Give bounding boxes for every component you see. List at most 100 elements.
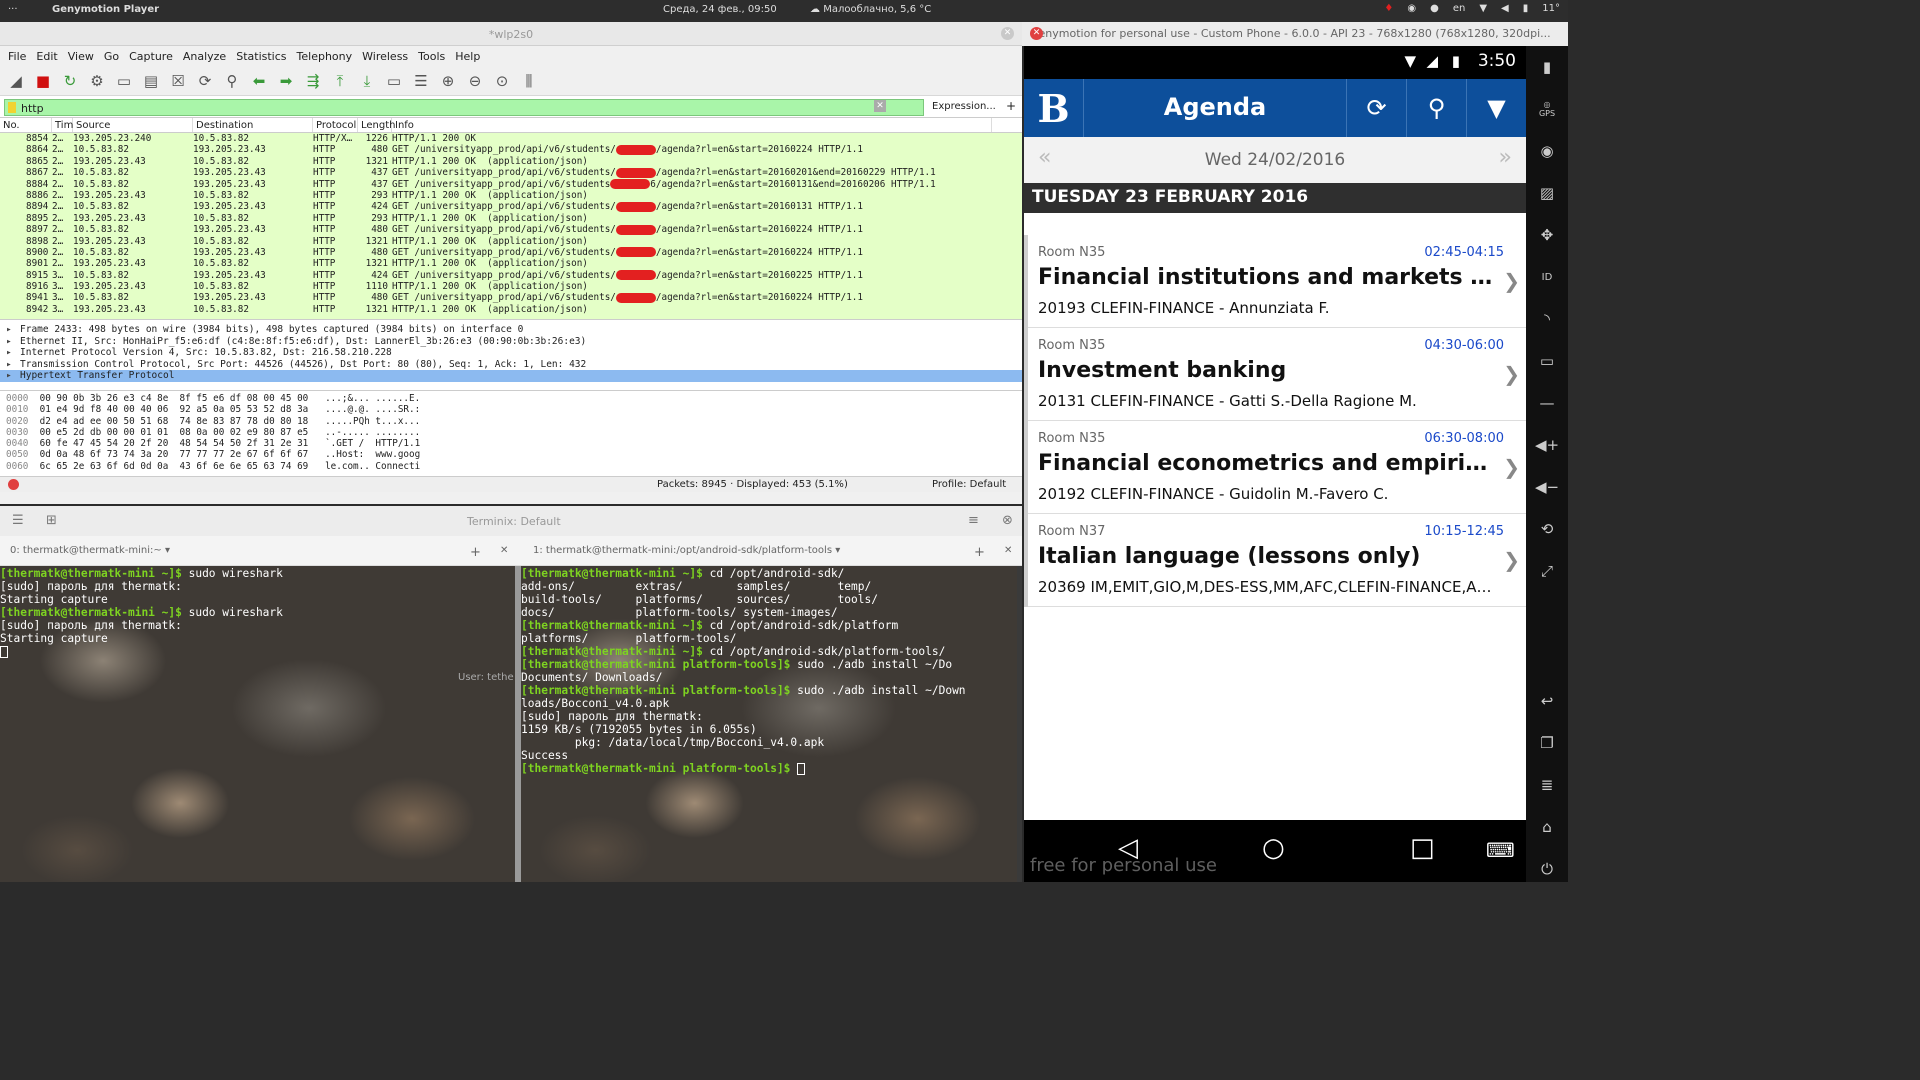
open-folder-icon[interactable]: ▭ xyxy=(112,69,136,93)
network-icon[interactable]: ◝ xyxy=(1526,298,1568,340)
menu-help[interactable]: Help xyxy=(451,50,484,63)
stop-icon[interactable]: ■ xyxy=(31,69,55,93)
agenda-event[interactable]: Room N35 04:30-06:00 Investment banking 201… xyxy=(1028,328,1526,421)
genymotion-titlebar[interactable]: Genymotion for personal use - Custom Pho… xyxy=(1022,22,1568,46)
back-arrow-icon[interactable]: ⬅ xyxy=(247,69,271,93)
menu-telephony[interactable]: Telephony xyxy=(293,50,357,63)
zoom-reset-icon[interactable]: ⊙ xyxy=(490,69,514,93)
activities-menu[interactable]: ··· xyxy=(8,4,18,15)
hex-row[interactable]: 0000 00 90 0b 3b 26 e3 c4 8e 8f f5 e6 df… xyxy=(0,393,1022,404)
autoscroll-icon[interactable]: ▭ xyxy=(382,69,406,93)
goto-packet-icon[interactable]: ⇶ xyxy=(301,69,325,93)
col-time[interactable]: Tim xyxy=(52,118,73,132)
agenda-event[interactable]: Room N35 02:45-04:15 Financial institution… xyxy=(1028,235,1526,328)
zoom-out-icon[interactable]: ⊖ xyxy=(463,69,487,93)
close-icon[interactable]: ✕ xyxy=(1030,27,1043,40)
recent-apps-icon[interactable]: ❐ xyxy=(1526,722,1568,764)
detail-ethernet[interactable]: Ethernet II, Src: HonHaiPr_f5:e6:df (c4:… xyxy=(0,336,1022,348)
packet-row[interactable]: 8901 2… 193.205.23.43 10.5.83.82 HTTP 1321 HTT… xyxy=(0,258,1022,269)
packet-row[interactable]: 8854 2… 193.205.23.240 10.5.83.82 HTTP/X… 122… xyxy=(0,133,1022,144)
close-file-icon[interactable]: ☒ xyxy=(166,69,190,93)
options-gear-icon[interactable]: ⚙ xyxy=(85,69,109,93)
refresh-icon[interactable]: ⟳ xyxy=(1346,79,1406,137)
terminix-titlebar[interactable]: ☰ ⊞ Terminix: Default ≡ ⊗ xyxy=(0,506,1022,536)
packet-row[interactable]: 8915 3… 10.5.83.82 193.205.23.43 HTTP 424 GET … xyxy=(0,270,1022,281)
close-icon[interactable]: ⊗ xyxy=(1002,513,1013,528)
volume-icon[interactable]: ◀ xyxy=(1501,3,1509,14)
bookmark-icon[interactable] xyxy=(8,102,16,113)
close-icon[interactable]: ✕ xyxy=(1001,27,1014,40)
add-terminal-icon[interactable]: + xyxy=(974,545,985,560)
menu-icon[interactable]: ≡ xyxy=(968,513,979,528)
gps-icon[interactable]: ◎ GPS xyxy=(1526,88,1568,130)
shark-fin-icon[interactable]: ◢ xyxy=(4,69,28,93)
hex-row[interactable]: 0010 01 e4 9d f8 40 00 40 06 92 a5 0a 05… xyxy=(0,404,1022,415)
dpad-icon[interactable]: ✥ xyxy=(1526,214,1568,256)
menu-file[interactable]: File xyxy=(4,50,30,63)
packet-row[interactable]: 8916 3… 193.205.23.43 10.5.83.82 HTTP 1110 HTT… xyxy=(0,281,1022,292)
packet-row[interactable]: 8884 2… 10.5.83.82 193.205.23.43 HTTP 437 GET … xyxy=(0,179,1022,190)
menu-icon[interactable]: ≣ xyxy=(1526,764,1568,806)
resize-columns-icon[interactable]: ⫼ xyxy=(517,69,541,93)
menu-view[interactable]: View xyxy=(64,50,98,63)
menu-analyze[interactable]: Analyze xyxy=(179,50,230,63)
close-icon[interactable]: ✕ xyxy=(500,545,508,556)
col-no[interactable]: No. xyxy=(0,118,52,132)
keyboard-layout[interactable]: en xyxy=(1453,3,1466,14)
reload-icon[interactable]: ⟳ xyxy=(193,69,217,93)
hex-row[interactable]: 0050 0d 0a 48 6f 73 74 3a 20 77 77 77 2e… xyxy=(0,449,1022,460)
display-filter-input[interactable]: http xyxy=(4,99,924,116)
menu-edit[interactable]: Edit xyxy=(32,50,61,63)
clear-filter-icon[interactable]: ✕ xyxy=(874,100,886,112)
packet-row[interactable]: 8886 2… 193.205.23.43 10.5.83.82 HTTP 293 HTTP… xyxy=(0,190,1022,201)
tray-app-icon[interactable]: ◉ xyxy=(1407,3,1416,14)
capture-status-icon[interactable] xyxy=(8,479,19,490)
col-destination[interactable]: Destination xyxy=(193,118,313,132)
wifi-icon[interactable]: ▼ xyxy=(1479,3,1487,14)
restart-icon[interactable]: ↻ xyxy=(58,69,82,93)
last-packet-icon[interactable]: ⤓ xyxy=(355,69,379,93)
menu-capture[interactable]: Capture xyxy=(125,50,177,63)
add-session-icon[interactable]: ⊞ xyxy=(46,513,57,528)
capture-icon[interactable]: ▨ xyxy=(1526,172,1568,214)
zoom-in-icon[interactable]: ⊕ xyxy=(436,69,460,93)
sms-icon[interactable]: ▭ xyxy=(1526,340,1568,382)
home-icon[interactable]: ⌂ xyxy=(1526,806,1568,848)
terminal-pane-left[interactable]: [thermatk@thermatk-mini ~]$ sudo wiresha… xyxy=(0,566,515,882)
packet-row[interactable]: 8865 2… 193.205.23.43 10.5.83.82 HTTP 1321 HTT… xyxy=(0,156,1022,167)
power-icon[interactable]: ⏻ xyxy=(1526,848,1568,890)
chevron-right-icon[interactable]: ❯ xyxy=(1503,548,1520,572)
sidebar-toggle-icon[interactable]: ☰ xyxy=(12,513,24,528)
battery-icon[interactable]: ▮ xyxy=(1523,3,1529,14)
agenda-event[interactable]: Room N35 06:30-08:00 Financial econometric… xyxy=(1028,421,1526,514)
packet-row[interactable]: 8897 2… 10.5.83.82 193.205.23.43 HTTP 480 GET … xyxy=(0,224,1022,235)
save-icon[interactable]: ▤ xyxy=(139,69,163,93)
menu-wireless[interactable]: Wireless xyxy=(358,50,412,63)
dropdown-icon[interactable]: ▼ xyxy=(1466,79,1526,137)
chevron-right-icon[interactable]: ❯ xyxy=(1503,455,1520,479)
search-icon[interactable]: ⚲ xyxy=(1406,79,1466,137)
packet-list[interactable]: 8854 2… 193.205.23.240 10.5.83.82 HTTP/X… 122… xyxy=(0,133,1022,319)
chevron-right-icon[interactable]: ❯ xyxy=(1503,362,1520,386)
bocconi-logo[interactable]: B xyxy=(1024,79,1084,137)
close-icon[interactable]: ✕ xyxy=(1004,545,1012,556)
col-protocol[interactable]: Protocol xyxy=(313,118,358,132)
terminal-pane-right[interactable]: [thermatk@thermatk-mini ~]$ cd /opt/andr… xyxy=(521,566,1017,882)
packet-bytes-pane[interactable]: 0000 00 90 0b 3b 26 e3 c4 8e 8f f5 e6 df… xyxy=(0,390,1022,476)
menu-tools[interactable]: Tools xyxy=(414,50,449,63)
chat-icon[interactable]: ● xyxy=(1430,3,1439,14)
packet-row[interactable]: 8864 2… 10.5.83.82 193.205.23.43 HTTP 480 GET … xyxy=(0,144,1022,155)
android-screen[interactable]: ▼ ◢ ▮ 3:50 B Agenda ⟳ ⚲ ▼ « Wed 24/02/20… xyxy=(1024,46,1526,882)
tab-terminal-1[interactable]: 1: thermatk@thermatk-mini:/opt/android-s… xyxy=(533,545,840,556)
packet-row[interactable]: 8900 2… 10.5.83.82 193.205.23.43 HTTP 480 GET … xyxy=(0,247,1022,258)
packet-row[interactable]: 8894 2… 10.5.83.82 193.205.23.43 HTTP 424 GET … xyxy=(0,201,1022,212)
col-length[interactable]: Length xyxy=(358,118,396,132)
detail-tcp[interactable]: Transmission Control Protocol, Src Port:… xyxy=(0,359,1022,371)
profile-label[interactable]: Profile: Default xyxy=(932,479,1006,490)
keyboard-icon[interactable]: ⌨ xyxy=(1486,838,1515,862)
first-packet-icon[interactable]: ⤒ xyxy=(328,69,352,93)
id-icon[interactable]: ID xyxy=(1526,256,1568,298)
back-icon[interactable]: ◁ xyxy=(1118,833,1138,863)
volume-down-icon[interactable]: ◀− xyxy=(1526,466,1568,508)
packet-row[interactable]: 8941 3… 10.5.83.82 193.205.23.43 HTTP 480 GET … xyxy=(0,292,1022,303)
